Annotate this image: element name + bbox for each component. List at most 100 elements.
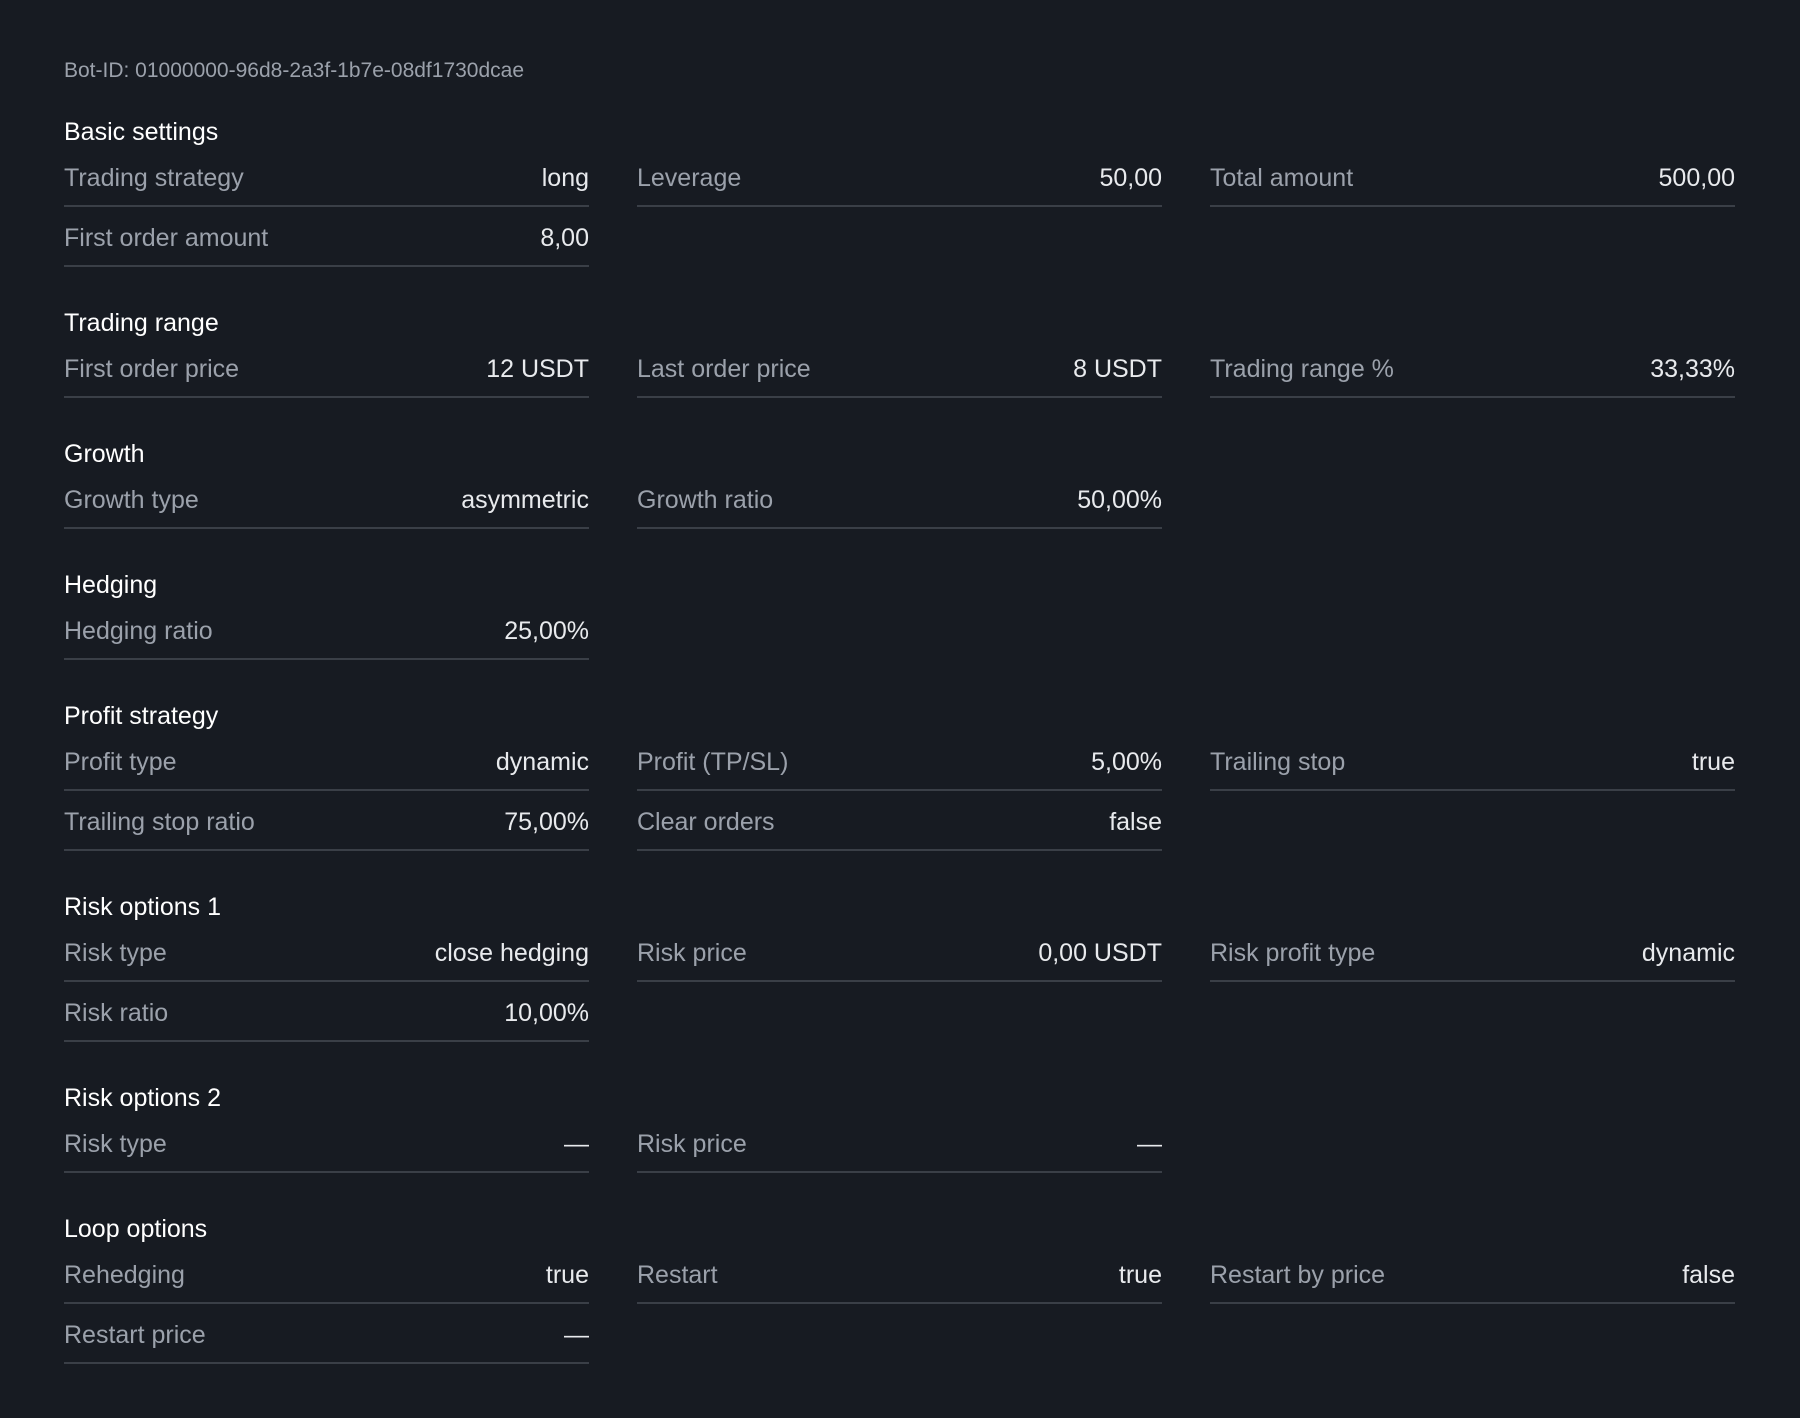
setting-label: Risk type	[64, 938, 167, 967]
section-title: Trading range	[64, 309, 219, 337]
setting-value: true	[545, 1260, 589, 1289]
setting-row-growth-ratio: Growth ratio 50,00%	[637, 473, 1162, 529]
setting-row-growth-type: Growth type asymmetric	[64, 473, 589, 529]
setting-row-risk-type: Risk type close hedging	[64, 926, 589, 982]
setting-label: Trading range %	[1210, 354, 1394, 383]
empty-cell	[1210, 795, 1735, 851]
setting-value: —	[564, 1320, 589, 1349]
setting-value: dynamic	[495, 747, 589, 776]
setting-row-hedging-ratio: Hedging ratio 25,00%	[64, 604, 589, 660]
setting-row-first-order-amount: First order amount 8,00	[64, 211, 589, 267]
setting-value: 10,00%	[504, 998, 589, 1027]
empty-cell	[1210, 1117, 1735, 1173]
setting-row-risk-profit-type: Risk profit type dynamic	[1210, 926, 1735, 982]
setting-row-clear-orders: Clear orders false	[637, 795, 1162, 851]
setting-value: —	[1137, 1129, 1162, 1158]
settings-grid: Hedging ratio 25,00%	[64, 604, 1736, 664]
setting-label: First order amount	[64, 223, 269, 252]
setting-value: 33,33%	[1650, 354, 1735, 383]
section-title: Risk options 1	[64, 893, 222, 921]
setting-value: 0,00 USDT	[1038, 938, 1162, 967]
settings-grid: Risk type — Risk price —	[64, 1117, 1736, 1177]
setting-row-restart-by-price: Restart by price false	[1210, 1248, 1735, 1304]
setting-value: —	[564, 1129, 589, 1158]
setting-value: 50,00	[1099, 163, 1162, 192]
setting-label: Profit (TP/SL)	[637, 747, 789, 776]
setting-value: 12 USDT	[486, 354, 589, 383]
empty-cell	[1210, 986, 1735, 1042]
empty-cell	[637, 986, 1162, 1042]
section-growth: Growth Growth type asymmetric Growth ratio 5…	[64, 439, 1736, 533]
setting-row-leverage: Leverage 50,00	[637, 151, 1162, 207]
empty-cell	[1210, 604, 1735, 660]
empty-cell	[1210, 1308, 1735, 1364]
setting-row-trailing-stop-ratio: Trailing stop ratio 75,00%	[64, 795, 589, 851]
empty-cell	[1210, 473, 1735, 529]
setting-value: close hedging	[434, 938, 589, 967]
setting-value: false	[1682, 1260, 1735, 1289]
setting-value: 50,00%	[1077, 485, 1162, 514]
empty-cell	[637, 211, 1162, 267]
setting-value: true	[1118, 1260, 1162, 1289]
setting-label: Risk type	[64, 1129, 167, 1158]
settings-grid: Rehedging true Restart true Restart by price…	[64, 1248, 1736, 1368]
setting-label: Growth type	[64, 485, 199, 514]
setting-label: Restart price	[64, 1320, 206, 1349]
section-basic-settings: Basic settings Trading strategy long Levera…	[64, 117, 1736, 271]
setting-value: 25,00%	[504, 616, 589, 645]
settings-grid: Profit type dynamic Profit (TP/SL) 5,00% Tra…	[64, 735, 1736, 855]
setting-row-risk-type: Risk type —	[64, 1117, 589, 1173]
setting-value: 75,00%	[504, 807, 589, 836]
setting-value: long	[541, 163, 589, 192]
setting-label: Profit type	[64, 747, 177, 776]
setting-label: Risk price	[637, 938, 747, 967]
setting-row-restart-price: Restart price —	[64, 1308, 589, 1364]
bot-id: Bot-ID: 01000000-96d8-2a3f-1b7e-08df1730…	[64, 59, 525, 82]
setting-label: Total amount	[1210, 163, 1354, 192]
setting-row-trailing-stop: Trailing stop true	[1210, 735, 1735, 791]
section-title: Risk options 2	[64, 1084, 222, 1112]
section-title: Profit strategy	[64, 702, 219, 730]
empty-cell	[637, 1308, 1162, 1364]
empty-cell	[1210, 211, 1735, 267]
setting-label: Risk profit type	[1210, 938, 1376, 967]
setting-row-rehedging: Rehedging true	[64, 1248, 589, 1304]
setting-row-last-order-price: Last order price 8 USDT	[637, 342, 1162, 398]
setting-row-first-order-price: First order price 12 USDT	[64, 342, 589, 398]
settings-grid: Trading strategy long Leverage 50,00 Total a…	[64, 151, 1736, 271]
setting-value: false	[1109, 807, 1162, 836]
section-profit-strategy: Profit strategy Profit type dynamic Profit …	[64, 701, 1736, 855]
settings-grid: Risk type close hedging Risk price 0,00 USD…	[64, 926, 1736, 1046]
setting-label: Rehedging	[64, 1260, 185, 1289]
setting-row-risk-ratio: Risk ratio 10,00%	[64, 986, 589, 1042]
setting-label: Risk ratio	[64, 998, 169, 1027]
setting-row-restart: Restart true	[637, 1248, 1162, 1304]
setting-label: Trailing stop	[1210, 747, 1346, 776]
setting-label: Growth ratio	[637, 485, 774, 514]
setting-value: 500,00	[1658, 163, 1735, 192]
setting-value: true	[1691, 747, 1735, 776]
setting-row-trading-range: Trading range % 33,33%	[1210, 342, 1735, 398]
section-loop-options: Loop options Rehedging true Restart true Rest…	[64, 1214, 1736, 1368]
setting-label: Last order price	[637, 354, 811, 383]
setting-label: Leverage	[637, 163, 742, 192]
setting-row-trading-strategy: Trading strategy long	[64, 151, 589, 207]
setting-value: 5,00%	[1091, 747, 1162, 776]
bot-settings-page: Bot-ID: 01000000-96d8-2a3f-1b7e-08df1730…	[0, 0, 1800, 1418]
section-hedging: Hedging Hedging ratio 25,00%	[64, 570, 1736, 664]
setting-value: asymmetric	[461, 485, 589, 514]
setting-label: Trailing stop ratio	[64, 807, 255, 836]
section-risk-options-2: Risk options 2 Risk type — Risk price —	[64, 1083, 1736, 1177]
setting-label: Restart	[637, 1260, 718, 1289]
setting-label: Restart by price	[1210, 1260, 1386, 1289]
setting-row-risk-price: Risk price —	[637, 1117, 1162, 1173]
section-title: Hedging	[64, 571, 158, 599]
setting-value: 8,00	[540, 223, 589, 252]
setting-label: Risk price	[637, 1129, 747, 1158]
settings-sections: Basic settings Trading strategy long Levera…	[64, 117, 1736, 1368]
setting-row-total-amount: Total amount 500,00	[1210, 151, 1735, 207]
setting-value: 8 USDT	[1073, 354, 1162, 383]
setting-row-profit-type: Profit type dynamic	[64, 735, 589, 791]
settings-grid: Growth type asymmetric Growth ratio 50,00%	[64, 473, 1736, 533]
settings-grid: First order price 12 USDT Last order price…	[64, 342, 1736, 402]
